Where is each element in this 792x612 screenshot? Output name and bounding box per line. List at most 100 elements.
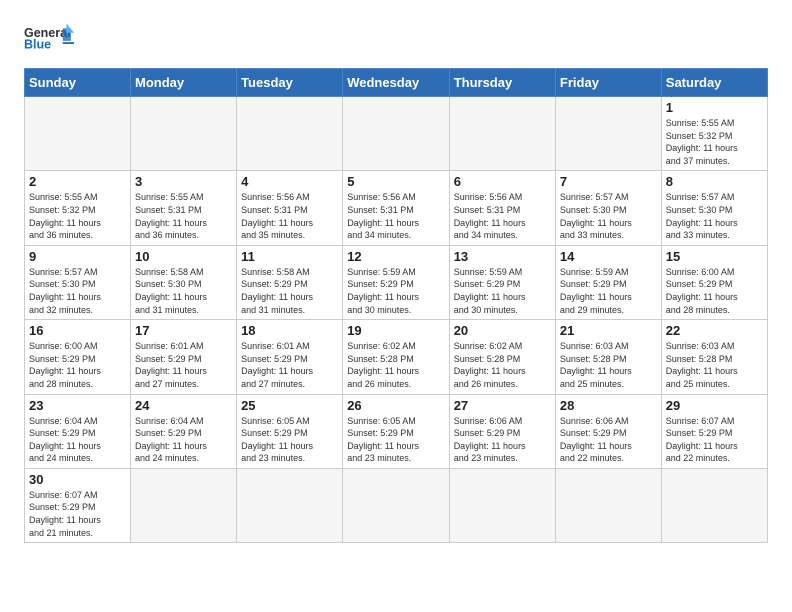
day-number: 3 [135,174,232,189]
calendar-cell: 27Sunrise: 6:06 AM Sunset: 5:29 PM Dayli… [449,394,555,468]
calendar-cell [237,468,343,542]
calendar-cell: 24Sunrise: 6:04 AM Sunset: 5:29 PM Dayli… [131,394,237,468]
day-number: 17 [135,323,232,338]
day-number: 1 [666,100,763,115]
calendar-cell: 5 Sunrise: 5:56 AM Sunset: 5:31 PM Daylig… [343,171,450,245]
calendar-cell: 7 Sunrise: 5:57 AM Sunset: 5:30 PM Daylig… [555,171,661,245]
day-info: Sunrise: 5:59 AM Sunset: 5:29 PM Dayligh… [454,266,551,316]
day-info: Sunrise: 5:56 AM Sunset: 5:31 PM Dayligh… [347,191,445,241]
day-info: Sunrise: 6:04 AM Sunset: 5:29 PM Dayligh… [29,415,126,465]
weekday-header-tuesday: Tuesday [237,69,343,97]
day-number: 25 [241,398,338,413]
day-info: Sunrise: 5:56 AM Sunset: 5:31 PM Dayligh… [454,191,551,241]
day-number: 2 [29,174,126,189]
calendar-week-row: 2 Sunrise: 5:55 AM Sunset: 5:32 PM Daylig… [25,171,768,245]
day-number: 12 [347,249,445,264]
calendar-cell: 16 Sunrise: 6:00 AM Sunset: 5:29 PM Dayli… [25,320,131,394]
calendar-cell [237,97,343,171]
day-info: Sunrise: 5:58 AM Sunset: 5:30 PM Dayligh… [135,266,232,316]
weekday-header-friday: Friday [555,69,661,97]
day-info: Sunrise: 5:57 AM Sunset: 5:30 PM Dayligh… [666,191,763,241]
day-info: Sunrise: 6:02 AM Sunset: 5:28 PM Dayligh… [454,340,551,390]
calendar-cell [343,468,450,542]
day-info: Sunrise: 6:01 AM Sunset: 5:29 PM Dayligh… [135,340,232,390]
day-info: Sunrise: 5:59 AM Sunset: 5:29 PM Dayligh… [347,266,445,316]
calendar-cell: 1 Sunrise: 5:55 AM Sunset: 5:32 PM Daylig… [661,97,767,171]
calendar-cell: 28 Sunrise: 6:06 AM Sunset: 5:29 PM Dayli… [555,394,661,468]
page: General Blue SundayMondayTuesdayWednesda… [0,0,792,563]
calendar-cell [449,468,555,542]
calendar-cell: 17 Sunrise: 6:01 AM Sunset: 5:29 PM Dayli… [131,320,237,394]
day-info: Sunrise: 5:55 AM Sunset: 5:32 PM Dayligh… [666,117,763,167]
calendar-cell: 3 Sunrise: 5:55 AM Sunset: 5:31 PM Daylig… [131,171,237,245]
day-number: 18 [241,323,338,338]
day-info: Sunrise: 5:59 AM Sunset: 5:29 PM Dayligh… [560,266,657,316]
day-number: 21 [560,323,657,338]
day-info: Sunrise: 5:58 AM Sunset: 5:29 PM Dayligh… [241,266,338,316]
day-number: 23 [29,398,126,413]
day-number: 27 [454,398,551,413]
calendar-cell [131,468,237,542]
weekday-header-row: SundayMondayTuesdayWednesdayThursdayFrid… [25,69,768,97]
day-number: 9 [29,249,126,264]
calendar-week-row: 23 Sunrise: 6:04 AM Sunset: 5:29 PM Dayli… [25,394,768,468]
day-info: Sunrise: 6:00 AM Sunset: 5:29 PM Dayligh… [666,266,763,316]
calendar-cell: 29Sunrise: 6:07 AM Sunset: 5:29 PM Dayli… [661,394,767,468]
day-number: 7 [560,174,657,189]
day-info: Sunrise: 5:55 AM Sunset: 5:31 PM Dayligh… [135,191,232,241]
calendar-cell: 25 Sunrise: 6:05 AM Sunset: 5:29 PM Dayli… [237,394,343,468]
day-info: Sunrise: 5:55 AM Sunset: 5:32 PM Dayligh… [29,191,126,241]
calendar-cell: 8 Sunrise: 5:57 AM Sunset: 5:30 PM Daylig… [661,171,767,245]
calendar-cell: 23 Sunrise: 6:04 AM Sunset: 5:29 PM Dayli… [25,394,131,468]
svg-text:Blue: Blue [24,37,51,51]
day-number: 4 [241,174,338,189]
day-number: 5 [347,174,445,189]
day-number: 26 [347,398,445,413]
calendar-cell: 15 Sunrise: 6:00 AM Sunset: 5:29 PM Dayli… [661,245,767,319]
calendar-cell: 4Sunrise: 5:56 AM Sunset: 5:31 PM Daylig… [237,171,343,245]
calendar-cell [343,97,450,171]
calendar-week-row: 9 Sunrise: 5:57 AM Sunset: 5:30 PM Daylig… [25,245,768,319]
day-info: Sunrise: 5:57 AM Sunset: 5:30 PM Dayligh… [29,266,126,316]
day-info: Sunrise: 6:06 AM Sunset: 5:29 PM Dayligh… [560,415,657,465]
day-number: 6 [454,174,551,189]
day-number: 10 [135,249,232,264]
calendar-cell [131,97,237,171]
day-info: Sunrise: 6:05 AM Sunset: 5:29 PM Dayligh… [241,415,338,465]
weekday-header-wednesday: Wednesday [343,69,450,97]
logo-svg: General Blue [24,20,74,58]
weekday-header-thursday: Thursday [449,69,555,97]
calendar-cell: 12 Sunrise: 5:59 AM Sunset: 5:29 PM Dayli… [343,245,450,319]
day-info: Sunrise: 5:57 AM Sunset: 5:30 PM Dayligh… [560,191,657,241]
weekday-header-monday: Monday [131,69,237,97]
day-number: 8 [666,174,763,189]
calendar-cell: 9 Sunrise: 5:57 AM Sunset: 5:30 PM Daylig… [25,245,131,319]
calendar-cell: 21Sunrise: 6:03 AM Sunset: 5:28 PM Dayli… [555,320,661,394]
day-info: Sunrise: 6:00 AM Sunset: 5:29 PM Dayligh… [29,340,126,390]
calendar-cell [449,97,555,171]
day-number: 15 [666,249,763,264]
day-number: 19 [347,323,445,338]
day-number: 16 [29,323,126,338]
day-number: 13 [454,249,551,264]
day-info: Sunrise: 6:02 AM Sunset: 5:28 PM Dayligh… [347,340,445,390]
calendar-cell [555,97,661,171]
weekday-header-saturday: Saturday [661,69,767,97]
header: General Blue [24,20,768,58]
calendar-cell: 20Sunrise: 6:02 AM Sunset: 5:28 PM Dayli… [449,320,555,394]
calendar-cell [661,468,767,542]
calendar-cell [25,97,131,171]
day-number: 11 [241,249,338,264]
calendar-cell: 10 Sunrise: 5:58 AM Sunset: 5:30 PM Dayli… [131,245,237,319]
day-number: 24 [135,398,232,413]
calendar-cell: 11 Sunrise: 5:58 AM Sunset: 5:29 PM Dayli… [237,245,343,319]
logo: General Blue [24,20,74,58]
day-info: Sunrise: 6:03 AM Sunset: 5:28 PM Dayligh… [666,340,763,390]
calendar-cell: 26Sunrise: 6:05 AM Sunset: 5:29 PM Dayli… [343,394,450,468]
day-number: 28 [560,398,657,413]
weekday-header-sunday: Sunday [25,69,131,97]
calendar-cell: 6 Sunrise: 5:56 AM Sunset: 5:31 PM Daylig… [449,171,555,245]
calendar-week-row: 16 Sunrise: 6:00 AM Sunset: 5:29 PM Dayli… [25,320,768,394]
calendar-cell: 18Sunrise: 6:01 AM Sunset: 5:29 PM Dayli… [237,320,343,394]
calendar-week-row: 30Sunrise: 6:07 AM Sunset: 5:29 PM Dayli… [25,468,768,542]
